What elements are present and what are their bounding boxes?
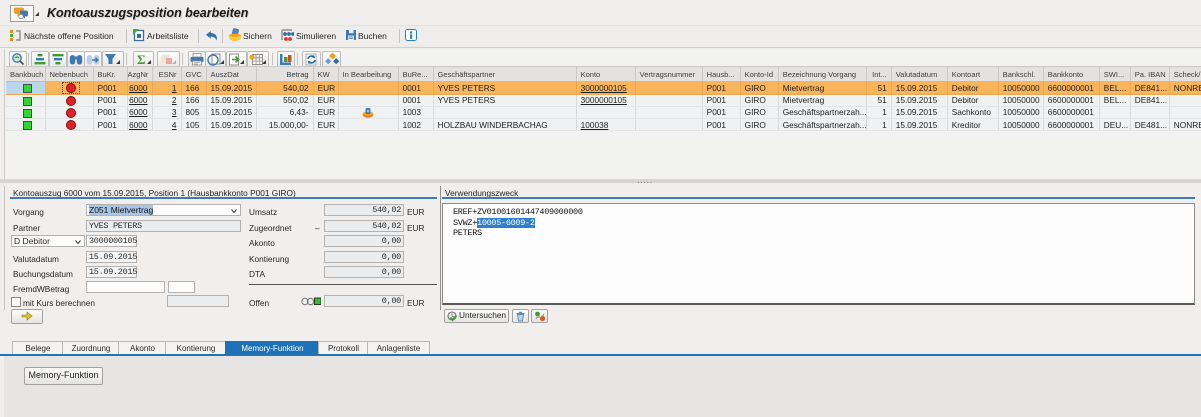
svg-text:Σ: Σ [137,52,146,67]
